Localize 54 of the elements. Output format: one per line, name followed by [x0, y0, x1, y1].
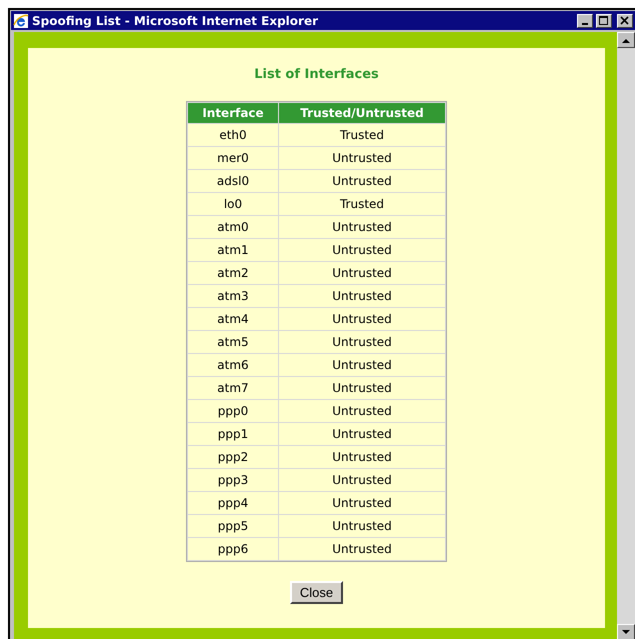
browser-icon [13, 12, 29, 28]
table-cell: Trusted [279, 124, 445, 146]
minimize-button[interactable] [577, 14, 593, 28]
table-cell: mer0 [188, 147, 278, 169]
list-heading: List of Interfaces [254, 67, 379, 82]
table-cell: ppp3 [188, 469, 278, 491]
table-cell: Untrusted [279, 515, 445, 537]
maximize-icon [599, 16, 609, 26]
up-arrow-icon [622, 38, 630, 42]
table-cell: adsl0 [188, 170, 278, 192]
table-cell: atm3 [188, 285, 278, 307]
table-cell: ppp1 [188, 423, 278, 445]
maximize-button[interactable] [596, 14, 612, 28]
table-cell: Untrusted [279, 400, 445, 422]
table-cell: atm1 [188, 239, 278, 261]
column-header: Trusted/Untrusted [279, 103, 445, 123]
close-button[interactable]: Close [290, 581, 344, 604]
table-cell: Untrusted [279, 354, 445, 376]
table-cell: atm0 [188, 216, 278, 238]
table-cell: Trusted [279, 193, 445, 215]
scroll-up-button[interactable] [617, 32, 635, 48]
table-cell: atm5 [188, 331, 278, 353]
table-cell: Untrusted [279, 377, 445, 399]
close-button[interactable] [617, 14, 633, 28]
table-cell: ppp6 [188, 538, 278, 560]
table-cell: ppp0 [188, 400, 278, 422]
table-cell: Untrusted [279, 446, 445, 468]
table-cell: Untrusted [279, 262, 445, 284]
table-cell: Untrusted [279, 538, 445, 560]
table-cell: atm4 [188, 308, 278, 330]
column-header: Interface [188, 103, 278, 123]
table-cell: ppp5 [188, 515, 278, 537]
close-icon [620, 16, 630, 26]
table-cell: Untrusted [279, 492, 445, 514]
table-cell: Untrusted [279, 170, 445, 192]
table-cell: atm6 [188, 354, 278, 376]
table-cell: ppp4 [188, 492, 278, 514]
table-cell: Untrusted [279, 239, 445, 261]
table-cell: Untrusted [279, 308, 445, 330]
table-cell: Untrusted [279, 147, 445, 169]
table-cell: ppp2 [188, 446, 278, 468]
table-cell: atm7 [188, 377, 278, 399]
minimize-icon [582, 22, 588, 24]
table-cell: lo0 [188, 193, 278, 215]
window-title: Spoofing List - Microsoft Internet Explorer [32, 14, 318, 28]
table-cell: atm2 [188, 262, 278, 284]
down-arrow-icon [622, 630, 630, 634]
table-cell: Untrusted [279, 469, 445, 491]
table-cell: Untrusted [279, 216, 445, 238]
table-cell: eth0 [188, 124, 278, 146]
table-cell: Untrusted [279, 423, 445, 445]
scroll-down-button[interactable] [617, 624, 635, 639]
table-cell: Untrusted [279, 285, 445, 307]
table-cell: Untrusted [279, 331, 445, 353]
